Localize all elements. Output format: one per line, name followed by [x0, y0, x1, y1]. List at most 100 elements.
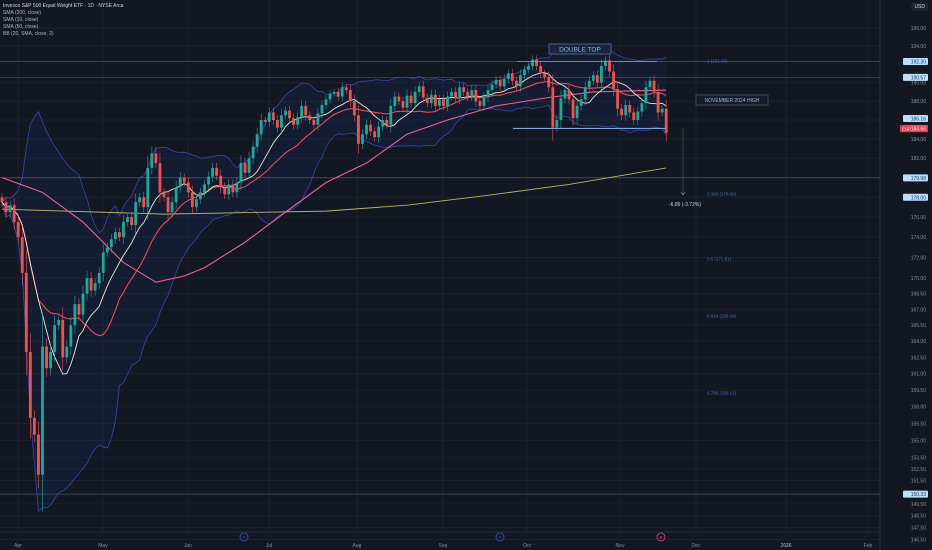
candle-body — [93, 283, 97, 291]
candle-body — [442, 99, 445, 106]
price-tick-label: 152.50 — [911, 467, 927, 473]
candle-body — [652, 80, 656, 92]
candle-body — [612, 71, 615, 90]
fib-level-label: 0.382 (178.28) — [707, 191, 737, 196]
candle-body — [16, 222, 20, 238]
candle-body — [632, 112, 636, 121]
candle-body — [195, 199, 198, 208]
candle-body — [288, 110, 291, 119]
price-tick-label: 176.00 — [911, 215, 927, 221]
candle-body — [61, 319, 65, 358]
currency-button[interactable]: USD — [911, 3, 928, 11]
last-price-symbol: ESP — [902, 127, 911, 132]
candle-body — [600, 66, 603, 83]
candle-body — [12, 205, 16, 223]
price-tick-label: 168.50 — [911, 292, 927, 298]
candle-body — [393, 96, 397, 106]
candle-body — [142, 197, 146, 208]
candle-body — [575, 105, 579, 119]
candle-body — [186, 182, 190, 193]
november-high-label: NOVEMBER 2024 HIGH — [704, 98, 759, 104]
time-tick-label: Jul — [266, 543, 272, 549]
candle-body — [259, 120, 263, 135]
dividend-event-icon[interactable]: D — [495, 532, 505, 542]
price-chart[interactable]: 196.00194.00190.00188.00186.00184.00182.… — [0, 0, 932, 550]
price-label: 150.33 — [911, 492, 927, 498]
candle-body — [567, 90, 571, 100]
candle-body — [57, 319, 61, 326]
event-label: E — [659, 535, 662, 540]
candle-body — [591, 75, 595, 81]
candle-body — [413, 91, 417, 104]
indicator-bb[interactable]: BB (20, SMA, close, 2) — [3, 31, 123, 38]
price-label: 192.30 — [911, 59, 927, 65]
candle-body — [190, 192, 194, 208]
indicator-sma10[interactable]: SMA (10, close) — [3, 17, 123, 24]
measure-label: -6.89 (-3.72%) — [669, 202, 701, 208]
candle-body — [45, 346, 48, 369]
candle-body — [114, 232, 117, 240]
candle-body — [223, 187, 227, 195]
candle-body — [397, 96, 401, 102]
candle-body — [373, 131, 376, 138]
candle-body — [122, 222, 125, 238]
time-tick-label: Aug — [353, 543, 362, 549]
earnings-event-icon[interactable]: E — [656, 532, 666, 542]
candle-body — [4, 202, 8, 213]
candle-body — [231, 184, 235, 193]
candle-body — [158, 163, 162, 193]
candle-body — [89, 278, 93, 291]
candle-body — [320, 104, 324, 114]
candle-body — [219, 175, 223, 188]
candle-body — [247, 158, 251, 173]
price-tick-label: 196.00 — [911, 26, 927, 32]
symbol-title[interactable]: Invesco S&P 500 Equal Weight ETF · 1D · … — [3, 3, 123, 10]
candle-body — [203, 184, 206, 193]
candle-body — [660, 108, 664, 113]
candle-body — [608, 60, 611, 72]
candle-body — [150, 153, 154, 168]
price-label: 190.57 — [911, 75, 927, 81]
last-price-value: 184.66 — [911, 127, 927, 133]
candle-body — [421, 86, 425, 98]
candle-body — [118, 232, 121, 238]
indicator-sma50[interactable]: SMA (50, close) — [3, 24, 123, 31]
candle-body — [227, 184, 231, 195]
candle-body — [77, 304, 81, 315]
price-tick-label: 146.50 — [911, 537, 927, 543]
candle-body — [450, 91, 453, 97]
price-tick-label: 172.00 — [911, 255, 927, 261]
candle-body — [401, 101, 405, 108]
candle-body — [166, 197, 170, 213]
time-tick-label: Dec — [692, 543, 701, 549]
fib-level-label: 0.618 (166.34) — [707, 313, 737, 318]
candle-body — [357, 115, 360, 144]
time-tick-label: Apr — [14, 543, 22, 549]
candle-body — [37, 434, 40, 475]
candle-body — [405, 95, 409, 108]
candle-body — [276, 120, 279, 128]
dividend-event-icon[interactable]: D — [239, 532, 249, 542]
candle-body — [389, 105, 393, 125]
price-tick-label: 155.00 — [911, 438, 927, 444]
candle-body — [344, 87, 348, 91]
price-tick-label: 148.50 — [911, 514, 927, 520]
candle-body — [199, 192, 202, 200]
time-tick-label: Jun — [184, 543, 192, 549]
candle-body — [109, 239, 113, 248]
candle-body — [531, 59, 534, 67]
indicator-sma200[interactable]: SMA (200, close) — [3, 10, 123, 17]
price-tick-label: 184.00 — [911, 137, 927, 143]
price-tick-label: 194.00 — [911, 44, 927, 50]
candle-body — [20, 237, 24, 273]
candle-body — [239, 163, 243, 183]
price-tick-label: 165.50 — [911, 323, 927, 329]
candle-body — [134, 202, 138, 226]
candle-body — [506, 73, 510, 79]
candle-body — [308, 115, 312, 121]
time-tick-label: 2026 — [780, 543, 791, 549]
candle-body — [498, 79, 502, 87]
candle-body — [263, 120, 267, 122]
candle-body — [369, 124, 372, 132]
candle-body — [130, 217, 133, 226]
